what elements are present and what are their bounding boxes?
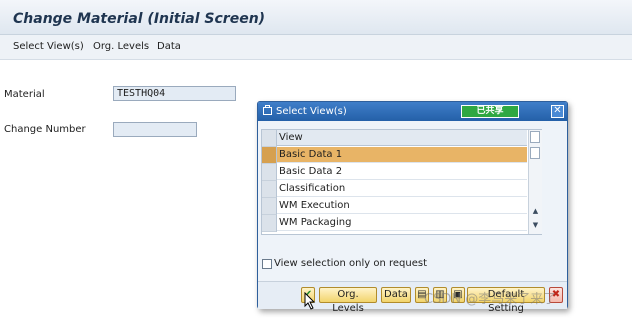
org-levels-button[interactable]: Org. Levels [319,287,377,314]
change-number-label: Change Number [4,124,86,135]
vertical-scrollbar[interactable]: ▲ ▼ [528,130,542,234]
table-row[interactable]: WM Execution [262,198,527,215]
view-cell[interactable]: WM Packaging [277,215,527,231]
page-title: Change Material (Initial Screen) [13,11,266,27]
dialog-header[interactable]: Select View(s) 已共享 ✕ [258,102,567,121]
row-selector[interactable] [262,215,277,232]
view-selection-label: View selection only on request [274,258,428,269]
arrow-up-icon[interactable]: ▲ [530,206,541,217]
table-row[interactable]: Classification [262,181,527,198]
column-header-view: View [277,130,527,146]
menu-bar: Select View(s) Org. Levels Data [0,35,632,60]
change-number-input[interactable] [113,122,197,137]
title-bar: Change Material (Initial Screen) [0,0,632,35]
material-input[interactable] [113,86,236,101]
dialog-title: Select View(s) [276,106,347,117]
row-selector[interactable] [262,147,277,164]
select-all-cell[interactable] [262,130,277,147]
view-cell[interactable]: WM Execution [277,198,527,214]
view-cell[interactable]: Basic Data 1 [277,147,527,163]
menu-data[interactable]: Data [157,41,181,52]
row-selector[interactable] [262,181,277,198]
view-selection-checkbox[interactable] [262,259,272,269]
table-row[interactable]: Basic Data 1 [262,147,527,164]
view-cell[interactable]: Classification [277,181,527,197]
material-label: Material [4,89,45,100]
row-selector[interactable] [262,198,277,215]
scroll-thumb[interactable] [530,147,540,159]
views-table: View Basic Data 1 Basic Data 2 Classific… [261,129,542,235]
view-cell[interactable]: Basic Data 2 [277,164,527,180]
mouse-cursor-icon [304,292,316,310]
column-settings-button[interactable] [530,131,540,143]
menu-select-views[interactable]: Select View(s) [13,41,84,52]
shared-badge: 已共享 [461,105,519,118]
arrow-down-icon[interactable]: ▼ [530,220,541,231]
watermark: CSDN @李马来了来了 [424,292,557,307]
row-selector[interactable] [262,164,277,181]
menu-org-levels[interactable]: Org. Levels [93,41,149,52]
table-row[interactable]: WM Packaging [262,215,527,232]
table-header-row: View [262,130,527,147]
select-views-dialog: Select View(s) 已共享 ✕ View Basic Data 1 B… [257,101,568,314]
close-icon[interactable]: ✕ [551,105,564,118]
data-button[interactable]: Data [381,287,411,303]
table-row[interactable]: Basic Data 2 [262,164,527,181]
window-icon [263,105,272,115]
